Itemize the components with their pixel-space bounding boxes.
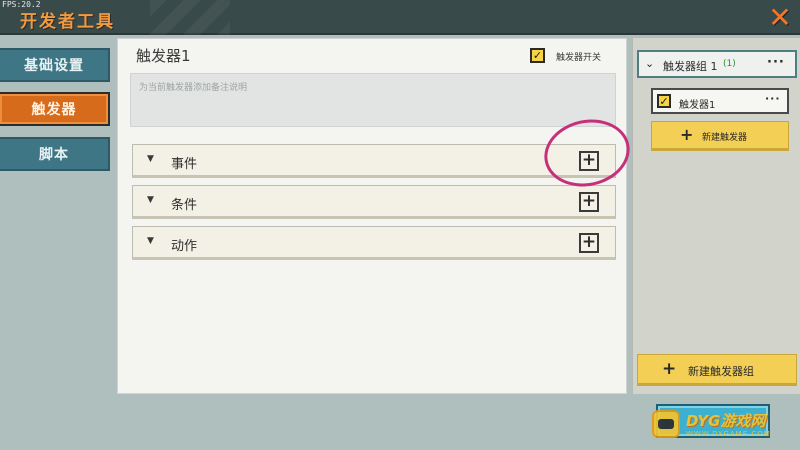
- site-watermark: DYG游戏网 WWW.DYGAME.COM: [650, 408, 800, 446]
- sidebar-item-basic-settings[interactable]: 基础设置: [0, 48, 110, 82]
- trigger-switch-checkbox[interactable]: ✓: [530, 48, 545, 63]
- title-bar-decoration: [150, 0, 230, 35]
- section-event[interactable]: ▼ 事件 +: [132, 144, 616, 178]
- trigger-editor-panel: 触发器1 ✓ 触发器开关 为当前触发器添加备注说明 ▼ 事件 + ▼ 条件 + …: [117, 38, 627, 394]
- sidebar-item-label: 脚本: [39, 147, 69, 163]
- add-condition-button[interactable]: +: [579, 192, 599, 212]
- sidebar-item-label: 基础设置: [24, 58, 84, 74]
- watermark-text: DYG游戏网: [686, 412, 766, 430]
- gamepad-logo-icon: [652, 410, 680, 438]
- more-options-icon[interactable]: ···: [767, 55, 785, 70]
- new-trigger-group-label: 新建触发器组: [688, 365, 754, 378]
- trigger-item-checkbox[interactable]: ✓: [657, 94, 671, 108]
- trigger-group-name: 触发器组 1: [663, 60, 718, 73]
- trigger-item-name: 触发器1: [679, 100, 716, 111]
- trigger-group-header[interactable]: ⌄ 触发器组 1 (1) ···: [637, 50, 797, 78]
- window-title: 开发者工具: [20, 12, 115, 32]
- description-placeholder: 为当前触发器添加备注说明: [139, 83, 248, 93]
- section-label: 条件: [171, 198, 198, 213]
- chevron-down-icon[interactable]: ⌄: [645, 57, 654, 70]
- collapse-arrow-icon[interactable]: ▼: [147, 195, 154, 205]
- plus-icon: +: [680, 125, 694, 144]
- new-trigger-button[interactable]: + 新建触发器: [651, 121, 789, 151]
- title-bar: FPS:20.2 开发者工具 ✕: [0, 0, 800, 35]
- sidebar-item-trigger[interactable]: 触发器: [0, 92, 110, 126]
- sidebar-item-label: 触发器: [31, 102, 77, 118]
- section-action[interactable]: ▼ 动作 +: [132, 226, 616, 260]
- trigger-switch[interactable]: ✓ 触发器开关: [530, 47, 630, 65]
- section-label: 事件: [171, 157, 198, 172]
- trigger-name-title[interactable]: 触发器1: [136, 45, 191, 66]
- add-action-button[interactable]: +: [579, 233, 599, 253]
- more-options-icon[interactable]: ···: [765, 92, 781, 105]
- section-condition[interactable]: ▼ 条件 +: [132, 185, 616, 219]
- collapse-arrow-icon[interactable]: ▼: [147, 236, 154, 246]
- description-input[interactable]: 为当前触发器添加备注说明: [130, 73, 616, 127]
- collapse-arrow-icon[interactable]: ▼: [147, 154, 154, 164]
- sidebar-item-script[interactable]: 脚本: [0, 137, 110, 171]
- trigger-group-count: (1): [723, 59, 736, 69]
- close-icon[interactable]: ✕: [765, 3, 795, 33]
- watermark-subtext: WWW.DYGAME.COM: [686, 430, 771, 438]
- trigger-list-panel: ⌄ 触发器组 1 (1) ··· ✓ 触发器1 ··· + 新建触发器 + 新建…: [632, 38, 800, 394]
- new-trigger-group-button[interactable]: + 新建触发器组: [637, 354, 797, 386]
- section-label: 动作: [171, 239, 198, 254]
- new-trigger-label: 新建触发器: [702, 133, 748, 143]
- trigger-list-item[interactable]: ✓ 触发器1 ···: [651, 88, 789, 114]
- plus-icon: +: [662, 359, 677, 379]
- trigger-switch-label: 触发器开关: [556, 53, 602, 63]
